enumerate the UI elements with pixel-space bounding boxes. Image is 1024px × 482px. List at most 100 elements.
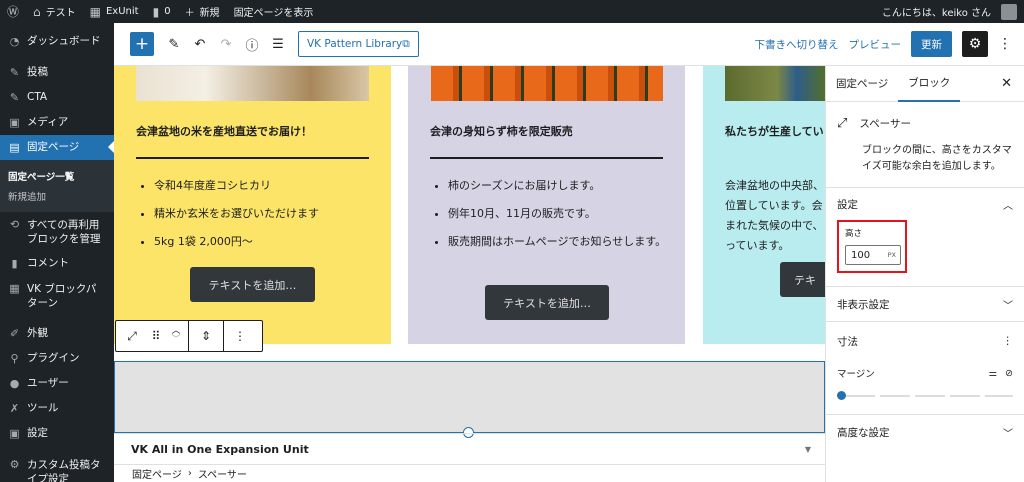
preview-button[interactable]: プレビュー xyxy=(849,37,902,52)
sidebar-item-cta[interactable]: ✎ CTA xyxy=(0,85,114,110)
list-item[interactable]: 精米か玄米をお選びいただけます xyxy=(154,204,374,224)
plus-icon: + xyxy=(134,34,150,54)
sidebar-item-pages[interactable]: ▤ 固定ページ xyxy=(0,135,114,160)
site-name-link[interactable]: ⌂ テスト xyxy=(26,0,83,23)
exunit-icon: ▦ xyxy=(89,4,101,19)
brush-icon: ✐ xyxy=(9,327,20,340)
breadcrumb: 固定ページ › スペーサー xyxy=(114,464,825,482)
column-producers[interactable]: 私たちが生産してい 会津盆地の中央部、 位置しています。会 まれた気候の中で、 … xyxy=(703,66,825,344)
hidden-settings-section: 非表示設定 ﹀ xyxy=(826,287,1024,322)
feature-list[interactable]: 柿のシーズンにお届けします。 例年10月、11月の販売です。 販売期間はホームペ… xyxy=(448,176,668,260)
column-button[interactable]: テキストを追加… xyxy=(190,267,315,302)
dashboard-icon: ◔ xyxy=(9,35,20,48)
settings-toggle[interactable]: 設定 ︿ xyxy=(837,188,1013,220)
sidebar-item-dashboard[interactable]: ◔ ダッシュボード xyxy=(0,29,114,54)
settings-gear-button[interactable]: ⚙ xyxy=(962,31,988,57)
plus-icon: ＋ xyxy=(184,8,195,19)
height-input[interactable]: 100 PX xyxy=(845,245,901,265)
list-item[interactable]: 5kg 1袋 2,000円〜 xyxy=(154,232,374,252)
settings-icon: ▣ xyxy=(9,427,20,440)
sidebar-item-appearance[interactable]: ✐ 外観 xyxy=(0,321,114,346)
dimensions-section: 寸法 ⋮ マージン ⚌ ⊘ xyxy=(826,322,1024,415)
comment-icon: ▮ xyxy=(152,4,160,19)
exunit-meta-box[interactable]: VK All in One Expansion Unit ▼ xyxy=(114,433,825,464)
breadcrumb-root[interactable]: 固定ページ xyxy=(132,466,182,481)
block-toolbar: ⤢ ⠿ ︿ ﹀ ⇕ ⋮ xyxy=(115,320,263,352)
list-item[interactable]: 令和4年度産コシヒカリ xyxy=(154,176,374,196)
block-options-icon[interactable]: ⋮ xyxy=(224,321,256,351)
tab-block[interactable]: ブロック xyxy=(898,66,961,102)
hidden-settings-toggle[interactable]: 非表示設定 ﹀ xyxy=(837,287,1013,321)
sidebar-item-media[interactable]: ▣ メディア xyxy=(0,110,114,135)
column-title[interactable]: 会津盆地の米を産地直送でお届け！ xyxy=(136,123,312,139)
edit-tool-icon[interactable]: ✎ xyxy=(162,32,186,56)
new-content-link[interactable]: ＋新規 xyxy=(178,0,227,23)
more-options-icon[interactable]: ⋮ xyxy=(998,36,1012,52)
panel-tabs: 固定ページ ブロック ✕ xyxy=(826,66,1024,102)
link-icon[interactable]: ⊘ xyxy=(1005,368,1013,379)
admin-bar: Ⓦ ⌂ テスト ▦ ExUnit ▮ 0 ＋新規 固定ページを表示 こんにちは、kei… xyxy=(0,0,1024,23)
update-button[interactable]: 更新 xyxy=(911,31,952,57)
tab-page[interactable]: 固定ページ xyxy=(826,66,898,102)
sidebar-item-settings[interactable]: ▣ 設定 xyxy=(0,421,114,446)
field-image[interactable] xyxy=(725,66,825,101)
exunit-link[interactable]: ▦ ExUnit xyxy=(83,0,146,23)
sidebar-item-comments[interactable]: ▮ コメント xyxy=(0,251,114,276)
close-icon[interactable]: ✕ xyxy=(1001,76,1024,91)
submenu-pages-new[interactable]: 新規追加 xyxy=(0,186,114,206)
rice-image[interactable] xyxy=(136,66,369,101)
sidebar-item-cpt[interactable]: ⚙ カスタム投稿タイプ設定 xyxy=(0,452,114,482)
drag-handle-icon[interactable]: ⠿ xyxy=(148,321,164,351)
column-button[interactable]: テキ xyxy=(780,262,825,297)
column-paragraph[interactable]: 会津盆地の中央部、 位置しています。会 まれた気候の中で、 っています。 xyxy=(725,176,825,256)
move-up-down-icon[interactable]: ︿ ﹀ xyxy=(164,321,188,351)
list-view-icon[interactable]: ☰ xyxy=(266,32,290,56)
info-icon[interactable]: ⓘ xyxy=(240,32,264,56)
sidebar-item-plugins[interactable]: ⚲ プラグイン xyxy=(0,346,114,371)
list-item[interactable]: 販売期間はホームページでお知らせします。 xyxy=(448,232,668,252)
sidebar-item-users[interactable]: ● ユーザー xyxy=(0,371,114,396)
chevron-up-icon: ︿ xyxy=(1003,200,1013,212)
reusable-icon: ⟲ xyxy=(9,218,20,231)
grid-icon: ▦ xyxy=(9,282,20,295)
add-block-button[interactable]: + xyxy=(130,32,154,56)
chevron-down-icon: ﹀ xyxy=(1003,428,1013,440)
spacer-block[interactable] xyxy=(114,361,825,433)
sidebar-item-reusable[interactable]: ⟲ すべての再利用ブロックを管理 xyxy=(0,212,114,251)
undo-icon[interactable]: ↶ xyxy=(188,32,212,56)
user-icon: ● xyxy=(9,377,20,390)
gear-icon: ⚙ xyxy=(968,36,982,52)
custom-settings-icon[interactable]: ⚌ xyxy=(989,368,998,379)
list-item[interactable]: 柿のシーズンにお届けします。 xyxy=(448,176,668,196)
sidebar-item-vk-patterns[interactable]: ▦ VK ブロックパターン xyxy=(0,276,114,315)
expand-arrows-icon[interactable]: ⤢ xyxy=(116,321,148,351)
caret-down-icon[interactable]: ▼ xyxy=(805,445,811,454)
column-persimmon[interactable]: 会津の身知らず柿を限定販売 柿のシーズンにお届けします。 例年10月、11月の販… xyxy=(408,66,685,344)
column-rice[interactable]: 会津盆地の米を産地直送でお届け！ 令和4年度産コシヒカリ 精米か玄米をお選びいた… xyxy=(114,66,391,344)
column-title[interactable]: 私たちが生産してい xyxy=(725,123,824,139)
persimmon-image[interactable] xyxy=(431,66,663,101)
margin-slider[interactable] xyxy=(837,386,1013,406)
feature-list[interactable]: 令和4年度産コシヒカリ 精米か玄米をお選びいただけます 5kg 1袋 2,000… xyxy=(154,176,374,260)
external-link-icon: ⧉ xyxy=(402,37,410,50)
spacer-block-icon[interactable]: ⇕ xyxy=(189,321,223,351)
column-title[interactable]: 会津の身知らず柿を限定販売 xyxy=(430,123,573,139)
redo-icon[interactable]: ↷ xyxy=(214,32,238,56)
dimensions-options-icon[interactable]: ⋮ xyxy=(1003,335,1014,347)
comments-link[interactable]: ▮ 0 xyxy=(146,0,178,23)
switch-to-draft-button[interactable]: 下書きへ切り替え xyxy=(755,37,839,52)
pattern-library-button[interactable]: VK Pattern Library ⧉ xyxy=(298,31,419,57)
slider-knob[interactable] xyxy=(837,391,846,400)
settings-section: 設定 ︿ 高さ 100 PX xyxy=(826,188,1024,287)
view-page-link[interactable]: 固定ページを表示 xyxy=(227,0,321,23)
wordpress-logo-icon[interactable]: Ⓦ xyxy=(0,0,26,23)
account-menu[interactable]: こんにちは、keiko さん xyxy=(875,0,1024,23)
advanced-toggle[interactable]: 高度な設定 ﹀ xyxy=(837,415,1013,449)
unit-select[interactable]: PX xyxy=(888,251,896,259)
sidebar-item-tools[interactable]: ✗ ツール xyxy=(0,396,114,421)
breadcrumb-current[interactable]: スペーサー xyxy=(198,466,247,481)
column-button[interactable]: テキストを追加… xyxy=(485,285,609,320)
sidebar-item-posts[interactable]: ✎ 投稿 xyxy=(0,60,114,85)
list-item[interactable]: 例年10月、11月の販売です。 xyxy=(448,204,668,224)
submenu-pages-all[interactable]: 固定ページ一覧 xyxy=(0,166,114,186)
